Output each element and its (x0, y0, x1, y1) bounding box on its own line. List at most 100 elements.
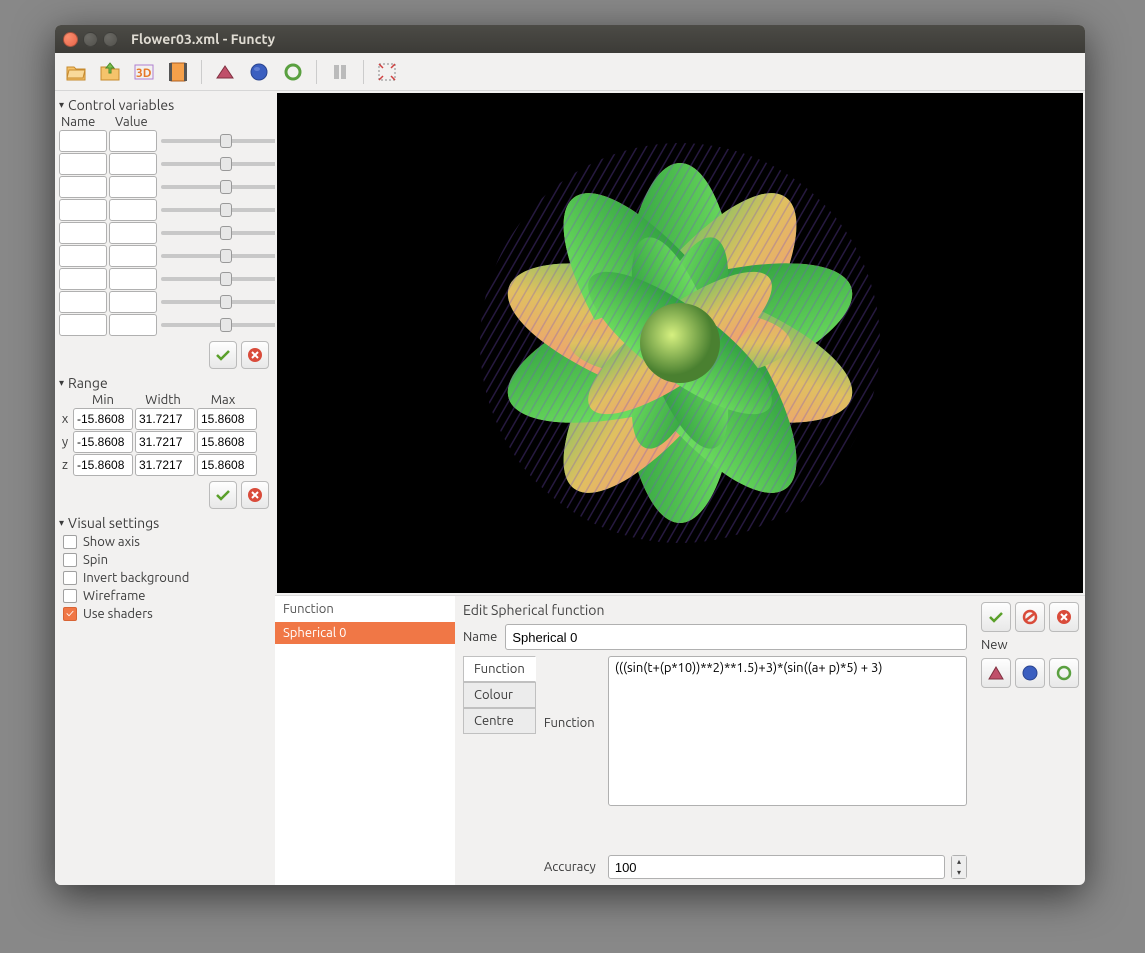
visual-option[interactable]: Invert background (59, 569, 271, 587)
control-var-name-input[interactable] (59, 268, 107, 290)
control-var-slider[interactable] (161, 277, 275, 281)
add-cartesian-button[interactable] (210, 57, 240, 87)
accuracy-spinner[interactable]: ▴▾ (951, 855, 967, 879)
control-var-name-input[interactable] (59, 199, 107, 221)
3d-viewport[interactable] (277, 93, 1083, 593)
control-var-value-input[interactable] (109, 130, 157, 152)
window-minimize-button[interactable] (83, 32, 98, 47)
forbid-icon (1022, 609, 1038, 625)
checkbox[interactable] (63, 535, 77, 549)
control-var-slider[interactable] (161, 323, 275, 327)
control-var-slider[interactable] (161, 300, 275, 304)
new-label: New (981, 638, 1079, 652)
range-max-input[interactable] (197, 454, 257, 476)
function-name-input[interactable] (505, 624, 967, 650)
control-var-slider[interactable] (161, 139, 275, 143)
checkbox[interactable] (63, 589, 77, 603)
range-width-input[interactable] (135, 408, 195, 430)
control-var-name-input[interactable] (59, 314, 107, 336)
control-var-value-input[interactable] (109, 268, 157, 290)
control-var-name-input[interactable] (59, 291, 107, 313)
control-var-value-input[interactable] (109, 291, 157, 313)
function-list: Function Spherical 0 (275, 596, 455, 885)
visual-option[interactable]: Wireframe (59, 587, 271, 605)
range-header[interactable]: Range (59, 373, 271, 393)
main-toolbar: 3D (55, 53, 1085, 91)
range-cancel-button[interactable] (241, 481, 269, 509)
control-var-name-input[interactable] (59, 130, 107, 152)
new-cartesian-button[interactable] (981, 658, 1011, 688)
new-spherical-button[interactable] (1015, 658, 1045, 688)
control-var-value-input[interactable] (109, 245, 157, 267)
tab-centre[interactable]: Centre (463, 708, 536, 734)
control-var-name-input[interactable] (59, 222, 107, 244)
editor-delete-button[interactable] (1049, 602, 1079, 632)
toolbar-separator (316, 60, 317, 84)
add-spherical-button[interactable] (244, 57, 274, 87)
control-vars-cancel-button[interactable] (241, 341, 269, 369)
export-3d-button[interactable]: 3D (129, 57, 159, 87)
visual-option[interactable]: Use shaders (59, 605, 271, 623)
function-textarea[interactable] (608, 656, 967, 806)
control-var-row (59, 222, 271, 244)
checkbox[interactable] (63, 607, 77, 621)
range-min-input[interactable] (73, 454, 133, 476)
checkbox[interactable] (63, 553, 77, 567)
control-vars-header[interactable]: Control variables (59, 95, 271, 115)
spinner-up-icon[interactable]: ▴ (952, 856, 966, 867)
spinner-down-icon[interactable]: ▾ (952, 867, 966, 878)
range-max-input[interactable] (197, 408, 257, 430)
control-var-slider[interactable] (161, 162, 275, 166)
visual-settings-header[interactable]: Visual settings (59, 513, 271, 533)
bottom-panel: Function Spherical 0 Edit Spherical func… (275, 595, 1085, 885)
visual-option[interactable]: Show axis (59, 533, 271, 551)
checkbox[interactable] (63, 571, 77, 585)
add-curve-button[interactable] (278, 57, 308, 87)
control-var-value-input[interactable] (109, 153, 157, 175)
fullscreen-button[interactable] (372, 57, 402, 87)
control-var-value-input[interactable] (109, 314, 157, 336)
range-max-input[interactable] (197, 431, 257, 453)
control-vars-apply-button[interactable] (209, 341, 237, 369)
function-list-header: Function (275, 596, 455, 622)
save-button[interactable] (95, 57, 125, 87)
control-var-value-input[interactable] (109, 176, 157, 198)
editor-discard-button[interactable] (1015, 602, 1045, 632)
checkbox-label: Spin (83, 553, 108, 567)
control-var-value-input[interactable] (109, 222, 157, 244)
control-var-name-input[interactable] (59, 245, 107, 267)
new-curve-button[interactable] (1049, 658, 1079, 688)
control-var-name-input[interactable] (59, 176, 107, 198)
range-width-input[interactable] (135, 431, 195, 453)
main-area: Function Spherical 0 Edit Spherical func… (275, 91, 1085, 885)
axis-label: y (59, 435, 71, 449)
range-min-input[interactable] (73, 408, 133, 430)
checkbox-label: Invert background (83, 571, 189, 585)
range-width-input[interactable] (135, 454, 195, 476)
open-button[interactable] (61, 57, 91, 87)
export-video-button[interactable] (163, 57, 193, 87)
control-var-slider[interactable] (161, 185, 275, 189)
tab-colour[interactable]: Colour (463, 682, 536, 708)
editor-apply-button[interactable] (981, 602, 1011, 632)
control-var-slider[interactable] (161, 231, 275, 235)
tab-function[interactable]: Function (463, 656, 536, 682)
sphere-icon (1021, 664, 1039, 682)
control-var-slider[interactable] (161, 254, 275, 258)
visual-option[interactable]: Spin (59, 551, 271, 569)
control-var-row (59, 268, 271, 290)
function-list-item[interactable]: Spherical 0 (275, 622, 455, 644)
control-var-slider[interactable] (161, 208, 275, 212)
accuracy-label: Accuracy (544, 860, 602, 874)
control-var-row (59, 245, 271, 267)
accuracy-input[interactable] (608, 855, 945, 879)
control-var-name-input[interactable] (59, 153, 107, 175)
range-min-input[interactable] (73, 431, 133, 453)
window-maximize-button[interactable] (103, 32, 118, 47)
save-icon (99, 61, 121, 83)
control-var-value-input[interactable] (109, 199, 157, 221)
window-close-button[interactable] (63, 32, 78, 47)
pause-button[interactable] (325, 57, 355, 87)
range-apply-button[interactable] (209, 481, 237, 509)
titlebar[interactable]: Flower03.xml - Functy (55, 25, 1085, 53)
